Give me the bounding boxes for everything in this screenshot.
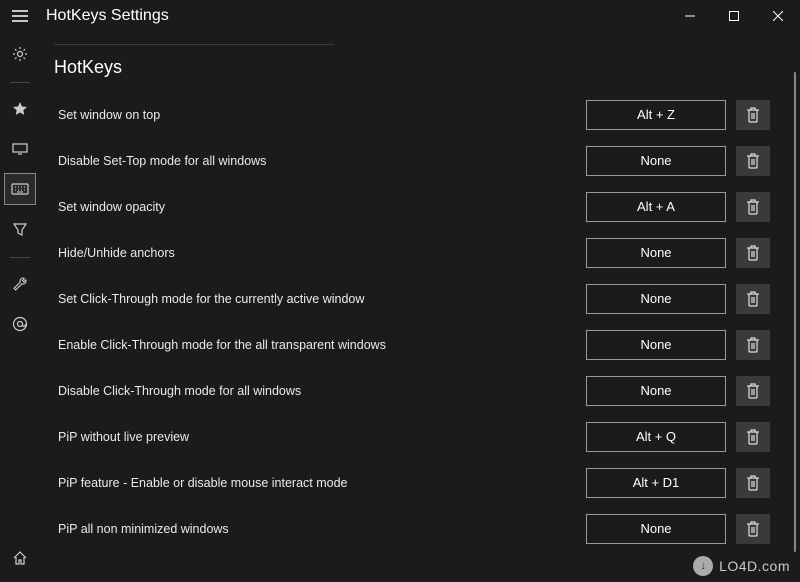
sidebar-item-about[interactable] [4,308,36,340]
delete-hotkey-button[interactable] [736,514,770,544]
hotkey-row: Disable Set-Top mode for all windowsNone [54,138,770,184]
star-icon [12,101,28,117]
hotkey-label: Set window on top [54,108,586,122]
hotkey-input[interactable]: None [586,284,726,314]
trash-icon [746,153,760,169]
delete-hotkey-button[interactable] [736,422,770,452]
trash-icon [746,199,760,215]
gear-icon [12,46,28,62]
sidebar-item-home[interactable] [4,542,36,574]
hotkey-row: PiP feature - Enable or disable mouse in… [54,460,770,506]
home-icon [12,550,28,566]
hotkey-input[interactable]: None [586,514,726,544]
close-button[interactable] [756,0,800,32]
minimize-button[interactable] [668,0,712,32]
app-body: HotKeys Set window on topAlt + ZDisable … [0,32,800,582]
close-icon [773,11,783,21]
hotkey-label: Disable Click-Through mode for all windo… [54,384,586,398]
hotkey-label: PiP without live preview [54,430,586,444]
trash-icon [746,383,760,399]
trash-icon [746,245,760,261]
sidebar-divider-2 [10,257,30,258]
hotkey-label: PiP all non minimized windows [54,522,586,536]
hotkey-row: Disable Click-Through mode for all windo… [54,368,770,414]
hotkey-row: Enable Click-Through mode for the all tr… [54,322,770,368]
hamburger-icon [12,10,28,22]
sidebar-divider [10,82,30,83]
delete-hotkey-button[interactable] [736,238,770,268]
hotkey-label: Hide/Unhide anchors [54,246,586,260]
hotkey-label: Disable Set-Top mode for all windows [54,154,586,168]
sidebar-item-tools[interactable] [4,268,36,300]
trash-icon [746,429,760,445]
wrench-icon [12,276,28,292]
hotkey-input[interactable]: Alt + D1 [586,468,726,498]
hotkey-label: Enable Click-Through mode for the all tr… [54,338,586,352]
scrollbar[interactable] [794,72,797,552]
sidebar-item-favorites[interactable] [4,93,36,125]
trash-icon [746,337,760,353]
at-icon [12,316,28,332]
header-divider [54,44,334,45]
trash-icon [746,475,760,491]
filter-icon [13,222,27,236]
section-title: HotKeys [54,57,770,78]
hotkey-row: Set window on topAlt + Z [54,92,770,138]
delete-hotkey-button[interactable] [736,284,770,314]
trash-icon [746,107,760,123]
content-area: HotKeys Set window on topAlt + ZDisable … [40,32,800,582]
maximize-icon [729,11,739,21]
window-controls [668,0,800,32]
minimize-icon [685,11,695,21]
titlebar: HotKeys Settings [0,0,800,32]
sidebar-item-hotkeys[interactable] [4,173,36,205]
keyboard-icon [11,183,29,195]
hotkey-row: PiP without live previewAlt + Q [54,414,770,460]
hotkey-input[interactable]: None [586,330,726,360]
sidebar [0,32,40,582]
maximize-button[interactable] [712,0,756,32]
sidebar-item-settings[interactable] [4,38,36,70]
hotkey-input[interactable]: Alt + Z [586,100,726,130]
hotkey-row: Set Click-Through mode for the currently… [54,276,770,322]
delete-hotkey-button[interactable] [736,468,770,498]
delete-hotkey-button[interactable] [736,376,770,406]
sidebar-item-filter[interactable] [4,213,36,245]
hotkey-label: Set window opacity [54,200,586,214]
watermark-text: LO4D.com [719,558,790,574]
display-icon [12,143,28,155]
delete-hotkey-button[interactable] [736,100,770,130]
watermark-bubble: ↓ [693,556,713,576]
hotkeys-list: Set window on topAlt + ZDisable Set-Top … [54,92,770,552]
hotkey-input[interactable]: None [586,238,726,268]
hamburger-menu-button[interactable] [0,0,40,32]
hotkey-input[interactable]: Alt + A [586,192,726,222]
window-title: HotKeys Settings [46,7,169,25]
hotkey-row: Hide/Unhide anchorsNone [54,230,770,276]
sidebar-item-display[interactable] [4,133,36,165]
watermark: ↓ LO4D.com [693,556,790,576]
hotkey-row: Set window opacityAlt + A [54,184,770,230]
delete-hotkey-button[interactable] [736,330,770,360]
hotkey-row: PiP all non minimized windowsNone [54,506,770,552]
hotkey-input[interactable]: None [586,146,726,176]
hotkey-label: Set Click-Through mode for the currently… [54,292,586,306]
trash-icon [746,521,760,537]
hotkey-input[interactable]: Alt + Q [586,422,726,452]
hotkey-label: PiP feature - Enable or disable mouse in… [54,476,586,490]
delete-hotkey-button[interactable] [736,192,770,222]
hotkey-input[interactable]: None [586,376,726,406]
trash-icon [746,291,760,307]
delete-hotkey-button[interactable] [736,146,770,176]
